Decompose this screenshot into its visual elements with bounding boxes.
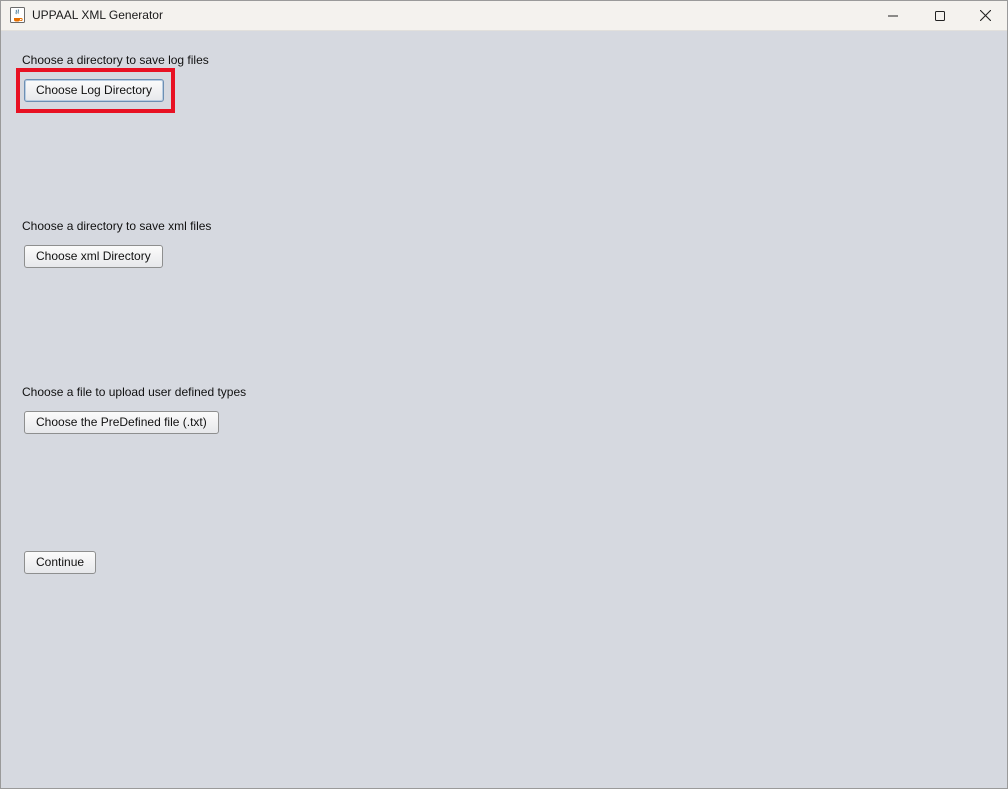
predefined-file-label: Choose a file to upload user defined typ… [22,385,247,399]
main-panel: Choose a directory to save log files Cho… [1,31,1007,788]
close-icon [979,10,991,21]
close-button[interactable] [962,1,1008,30]
maximize-button[interactable] [917,1,963,30]
log-directory-label: Choose a directory to save log files [22,53,209,67]
choose-log-directory-button[interactable]: Choose Log Directory [24,79,165,102]
window-title: UPPAAL XML Generator [32,8,163,22]
minimize-button[interactable] [870,1,916,30]
app-window: UPPAAL XML Generator Choose a directory … [0,0,1008,789]
title-bar[interactable]: UPPAAL XML Generator [1,1,1007,31]
continue-button[interactable]: Continue [24,551,97,574]
maximize-icon [935,10,945,21]
choose-predefined-file-button[interactable]: Choose the PreDefined file (.txt) [24,411,219,434]
xml-directory-label: Choose a directory to save xml files [22,219,212,233]
java-coffee-icon [10,7,25,23]
choose-xml-directory-button[interactable]: Choose xml Directory [24,245,163,268]
minimize-icon [888,11,898,21]
